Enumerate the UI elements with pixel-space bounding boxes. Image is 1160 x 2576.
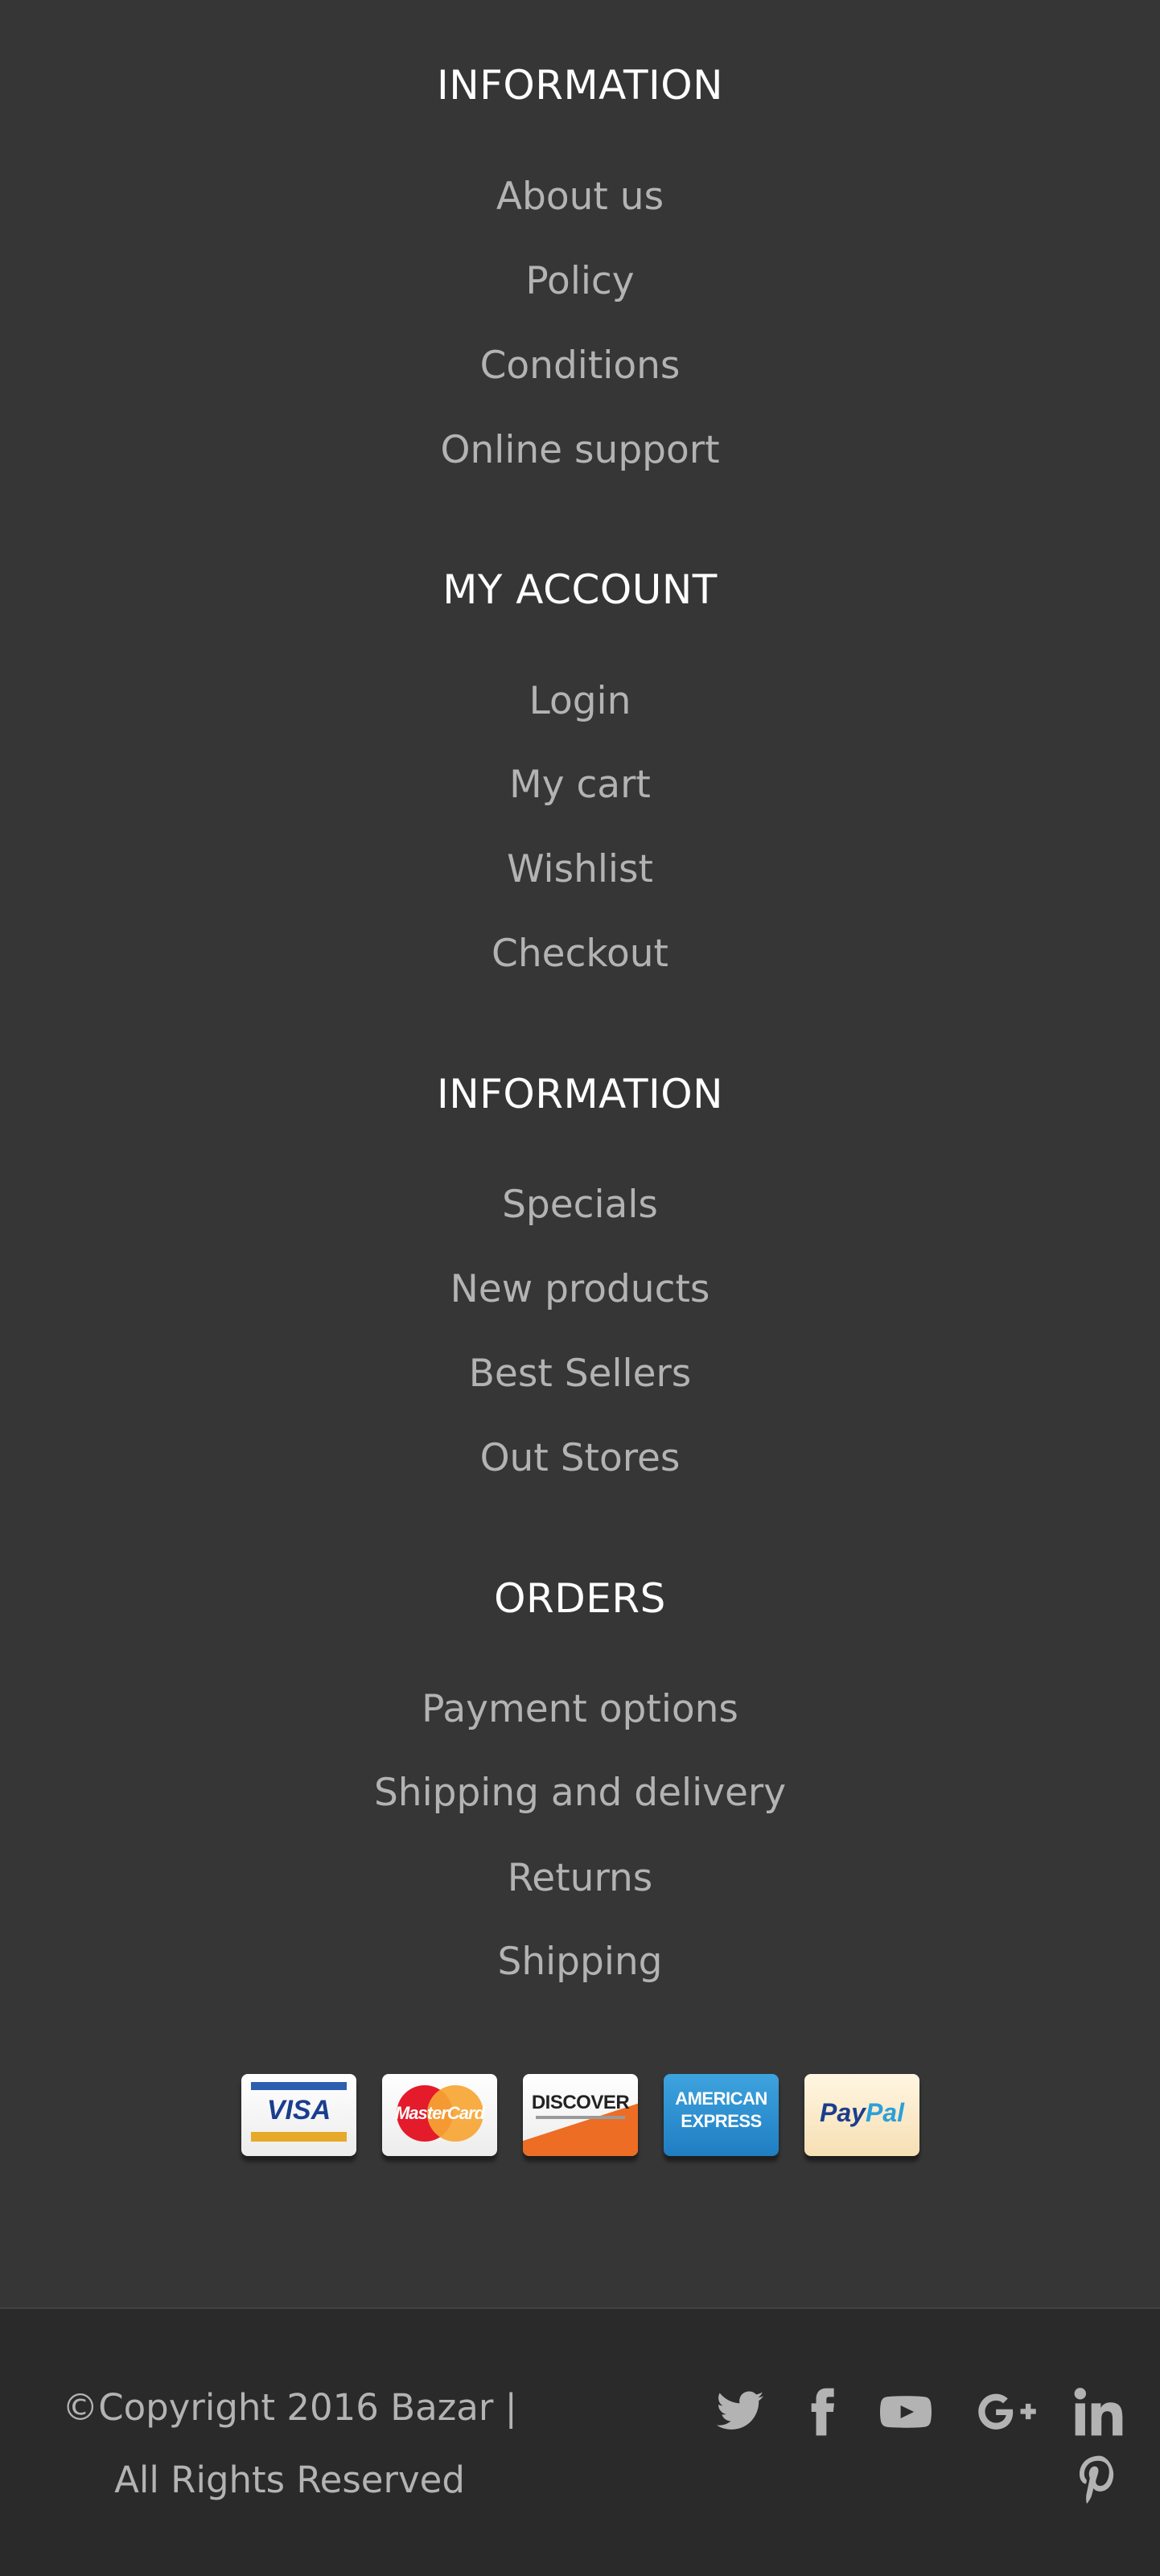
link-shipping[interactable]: Shipping [0, 1940, 1160, 1985]
copyright-text: ©Copyright 2016 Bazar | All Rights Reser… [56, 2372, 523, 2516]
link-conditions[interactable]: Conditions [0, 344, 1160, 389]
discover-card-icon: DISCOVER [523, 2074, 638, 2156]
section-title-information-2: INFORMATION [436, 1071, 723, 1117]
section-title-information: INFORMATION [436, 62, 723, 109]
link-specials[interactable]: Specials [0, 1183, 1160, 1228]
link-my-cart[interactable]: My cart [0, 763, 1160, 808]
american-express-icon: AMERICAN EXPRESS [664, 2074, 779, 2156]
link-wishlist[interactable]: Wishlist [0, 847, 1160, 892]
facebook-icon[interactable] [796, 2386, 848, 2438]
link-new-products[interactable]: New products [0, 1267, 1160, 1312]
footer-bottom-bar: ©Copyright 2016 Bazar | All Rights Reser… [0, 2307, 1160, 2576]
payment-methods: VISA MasterCard DISCOVER AMERICAN EXPRES… [241, 2074, 919, 2164]
link-out-stores[interactable]: Out Stores [0, 1436, 1160, 1481]
linkedin-icon[interactable] [1073, 2386, 1125, 2438]
mastercard-label: MasterCard [394, 2103, 485, 2123]
link-payment-options[interactable]: Payment options [0, 1687, 1160, 1732]
link-policy[interactable]: Policy [0, 259, 1160, 304]
mastercard-icon: MasterCard [382, 2074, 497, 2156]
copyright-line-1: ©Copyright 2016 Bazar | [62, 2386, 517, 2429]
amex-label-1: AMERICAN [675, 2088, 767, 2109]
visa-card-icon: VISA [241, 2074, 356, 2156]
link-best-sellers[interactable]: Best Sellers [0, 1352, 1160, 1397]
link-about-us[interactable]: About us [0, 175, 1160, 220]
link-login[interactable]: Login [0, 679, 1160, 724]
copyright-line-2: All Rights Reserved [114, 2459, 465, 2501]
link-shipping-and-delivery[interactable]: Shipping and delivery [0, 1771, 1160, 1816]
amex-label-2: EXPRESS [681, 2111, 762, 2131]
youtube-icon[interactable] [880, 2386, 932, 2438]
footer-links-area: INFORMATION About us Policy Conditions O… [0, 0, 1160, 2307]
paypal-label: PayPal [820, 2098, 904, 2127]
link-online-support[interactable]: Online support [0, 428, 1160, 473]
visa-label: VISA [266, 2095, 331, 2125]
link-checkout[interactable]: Checkout [0, 932, 1160, 977]
paypal-icon: PayPal [804, 2074, 919, 2156]
discover-label: DISCOVER [531, 2092, 630, 2113]
link-returns[interactable]: Returns [0, 1856, 1160, 1901]
pinterest-icon[interactable] [1073, 2454, 1125, 2505]
twitter-icon[interactable] [714, 2386, 766, 2438]
google-plus-icon[interactable] [977, 2386, 1038, 2438]
section-title-my-account: MY ACCOUNT [442, 566, 718, 613]
section-title-orders: ORDERS [494, 1575, 666, 1622]
